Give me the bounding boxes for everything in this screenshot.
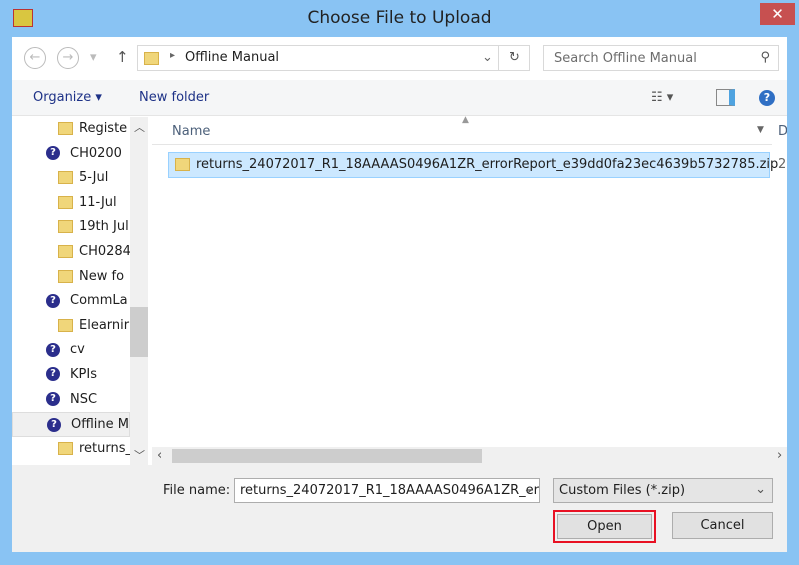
scroll-thumb[interactable] [130, 307, 148, 357]
column-name-label: Name [172, 124, 211, 139]
file-type-select[interactable]: Custom Files (*.zip) ⌄ [553, 478, 773, 503]
tree-item[interactable]: returns_ [12, 437, 130, 462]
chevron-down-icon[interactable]: ⌄ [755, 482, 766, 497]
tree-item[interactable]: ? NSC [12, 388, 130, 413]
file-name-label: File name: [163, 483, 231, 498]
file-type-value: Custom Files (*.zip) [559, 483, 686, 498]
recent-locations-button[interactable]: ▾ [90, 50, 97, 65]
file-name-input[interactable]: returns_24072017_R1_18AAAAS0496A1ZR_errc… [234, 478, 540, 503]
preview-pane-button[interactable] [716, 89, 735, 106]
tree-item[interactable]: ? CH0200 [12, 142, 130, 167]
tree-item[interactable]: ? cv [12, 338, 130, 363]
refresh-button[interactable]: ↻ [498, 45, 530, 71]
zip-folder-icon [58, 122, 73, 135]
file-row[interactable]: returns_24072017_R1_18AAAAS0496A1ZR_erro… [168, 152, 778, 178]
tree-item[interactable]: 11-Jul [12, 191, 130, 216]
organize-button[interactable]: Organize ▾ [33, 90, 102, 105]
tree-item-label: 5-Jul [79, 170, 109, 186]
tree-item-label: CH0200 [70, 145, 122, 161]
search-icon: ⚲ [760, 50, 770, 65]
scroll-left-icon[interactable]: ‹ [157, 448, 162, 463]
scroll-down-icon[interactable]: ﹀ [134, 447, 145, 463]
unknown-folder-icon: ? [46, 342, 60, 357]
tree-item-label: CH0284 [79, 243, 130, 259]
unknown-folder-icon: ? [47, 417, 61, 432]
tree-item-label: NSC [70, 391, 98, 407]
tree-item-label: 11-Jul [79, 194, 117, 210]
close-button[interactable]: ✕ [760, 3, 795, 25]
tree-item[interactable]: 19th Jul [12, 215, 130, 240]
tree-item[interactable]: Elearnir [12, 314, 130, 339]
folder-icon [144, 51, 165, 66]
tree-item-label: New fo [79, 268, 125, 284]
scroll-right-icon[interactable]: › [777, 448, 782, 463]
breadcrumb-offline-manual[interactable]: Offline Manual [185, 50, 279, 65]
folder-icon [58, 220, 73, 234]
address-bar[interactable]: ▸ Offline Manual ⌄ ↻ [137, 45, 530, 71]
scroll-thumb[interactable] [172, 449, 482, 463]
column-header-date[interactable]: Da [778, 124, 787, 139]
tree-item[interactable]: CH0284 [12, 240, 130, 265]
window-title: Choose File to Upload [307, 8, 492, 28]
zip-folder-icon [175, 158, 190, 171]
tree-item[interactable]: Registe [12, 117, 130, 142]
forward-button[interactable]: → [57, 47, 79, 69]
cancel-button[interactable]: Cancel [672, 512, 773, 539]
tree-vertical-scrollbar[interactable]: ︿ ﹀ [130, 117, 148, 465]
tree-item-label: returns_ [79, 440, 130, 456]
navigation-tree[interactable]: Registe? CH0200 5-Jul 11-Jul 19th Jul CH0284 N… [12, 117, 130, 465]
search-placeholder: Search Offline Manual [554, 51, 697, 66]
tree-item-label: cv [70, 342, 85, 358]
scroll-up-icon[interactable]: ︿ [134, 119, 145, 135]
help-button[interactable]: ? [759, 90, 775, 106]
chevron-down-icon[interactable]: ⌄ [523, 482, 534, 497]
view-options-button[interactable]: ☷ ▾ [651, 90, 673, 105]
list-horizontal-scrollbar[interactable]: ‹ › [152, 447, 787, 465]
file-date: 25 [778, 157, 787, 172]
tree-item-label: Elearnir [79, 317, 130, 333]
file-name-value: returns_24072017_R1_18AAAAS0496A1ZR_errc [240, 483, 540, 498]
tree-item-label: Registe [79, 121, 128, 136]
open-button[interactable]: Open [557, 514, 652, 539]
address-dropdown-icon[interactable]: ⌄ [482, 50, 493, 65]
tree-item[interactable]: ? KPIs [12, 363, 130, 388]
back-button[interactable]: ← [24, 47, 46, 69]
unknown-folder-icon: ? [46, 293, 60, 308]
zip-folder-icon [58, 318, 73, 332]
unknown-folder-icon: ? [46, 392, 60, 407]
zip-folder-icon [58, 441, 73, 455]
unknown-folder-icon: ? [46, 367, 60, 382]
tree-item[interactable]: ? Offline M [12, 412, 130, 437]
folder-icon [58, 269, 73, 283]
tree-item-label: KPIs [70, 366, 97, 382]
unknown-folder-icon: ? [46, 146, 60, 161]
column-dropdown-icon[interactable]: ▼ [757, 125, 764, 135]
tree-item-label: 19th Jul [79, 219, 129, 235]
file-name: returns_24072017_R1_18AAAAS0496A1ZR_erro… [196, 157, 779, 172]
tree-item[interactable]: ? CommLa [12, 289, 130, 314]
breadcrumb-arrow-icon: ▸ [170, 50, 176, 61]
folder-icon [58, 171, 73, 185]
search-input[interactable]: Search Offline Manual ⚲ [543, 45, 779, 71]
folder-icon [58, 195, 73, 209]
sort-ascending-icon: ▲ [462, 115, 469, 125]
tree-item-label: Offline M [71, 417, 129, 433]
tree-item-label: CommLa [70, 293, 128, 309]
up-button[interactable]: ↑ [116, 48, 129, 66]
new-folder-button[interactable]: New folder [139, 90, 209, 105]
tree-item[interactable]: 5-Jul [12, 166, 130, 191]
open-button-highlight: Open [553, 510, 656, 543]
folder-icon [58, 244, 73, 258]
tree-item[interactable]: New fo [12, 265, 130, 290]
